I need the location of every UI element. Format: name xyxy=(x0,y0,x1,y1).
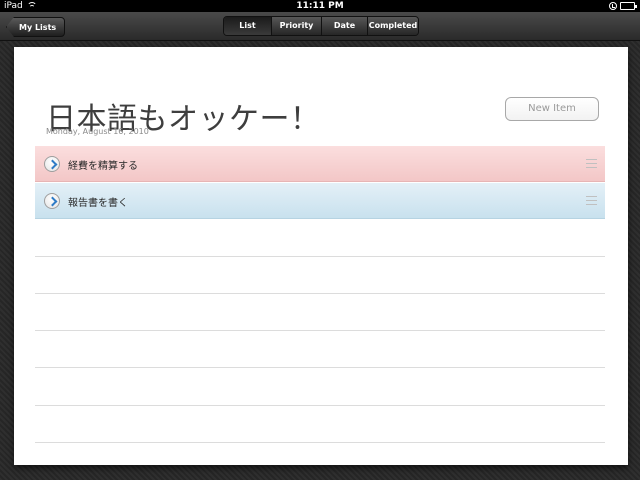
toolbar: My Lists List Priority Date Completed xyxy=(0,12,640,41)
drag-handle-icon[interactable] xyxy=(586,159,597,168)
segment-list[interactable]: List xyxy=(224,17,272,35)
empty-row-line xyxy=(35,442,605,443)
list-item[interactable]: 報告書を書く xyxy=(35,183,605,219)
status-bar: iPad 11:11 PM xyxy=(0,0,640,12)
chevron-right-icon[interactable] xyxy=(44,156,60,172)
list-item-label: 報告書を書く xyxy=(68,198,128,209)
chevron-right-icon[interactable] xyxy=(44,193,60,209)
battery-icon xyxy=(620,2,637,10)
empty-row-line xyxy=(35,367,605,368)
list-date: Monday, August 16, 2010 xyxy=(46,127,149,136)
empty-row-line xyxy=(35,293,605,294)
segment-completed[interactable]: Completed xyxy=(368,17,418,35)
my-lists-back-button[interactable]: My Lists xyxy=(6,17,66,37)
new-item-button[interactable]: New Item xyxy=(505,97,599,121)
sort-segmented-control: List Priority Date Completed xyxy=(223,16,419,36)
app-screen: iPad 11:11 PM My Lists List Priority Dat… xyxy=(0,0,640,480)
list-item[interactable]: 経費を精算する xyxy=(35,146,605,182)
empty-row-line xyxy=(35,405,605,406)
list-item-label: 経費を精算する xyxy=(68,161,138,172)
empty-row-line xyxy=(35,330,605,331)
segment-date[interactable]: Date xyxy=(322,17,368,35)
segment-priority[interactable]: Priority xyxy=(272,17,322,35)
list-paper: 日本語もオッケー！ Monday, August 16, 2010 New It… xyxy=(14,47,628,465)
rotation-lock-icon xyxy=(609,2,617,10)
drag-handle-icon[interactable] xyxy=(586,196,597,205)
empty-row-line xyxy=(35,256,605,257)
status-time: 11:11 PM xyxy=(296,1,344,11)
